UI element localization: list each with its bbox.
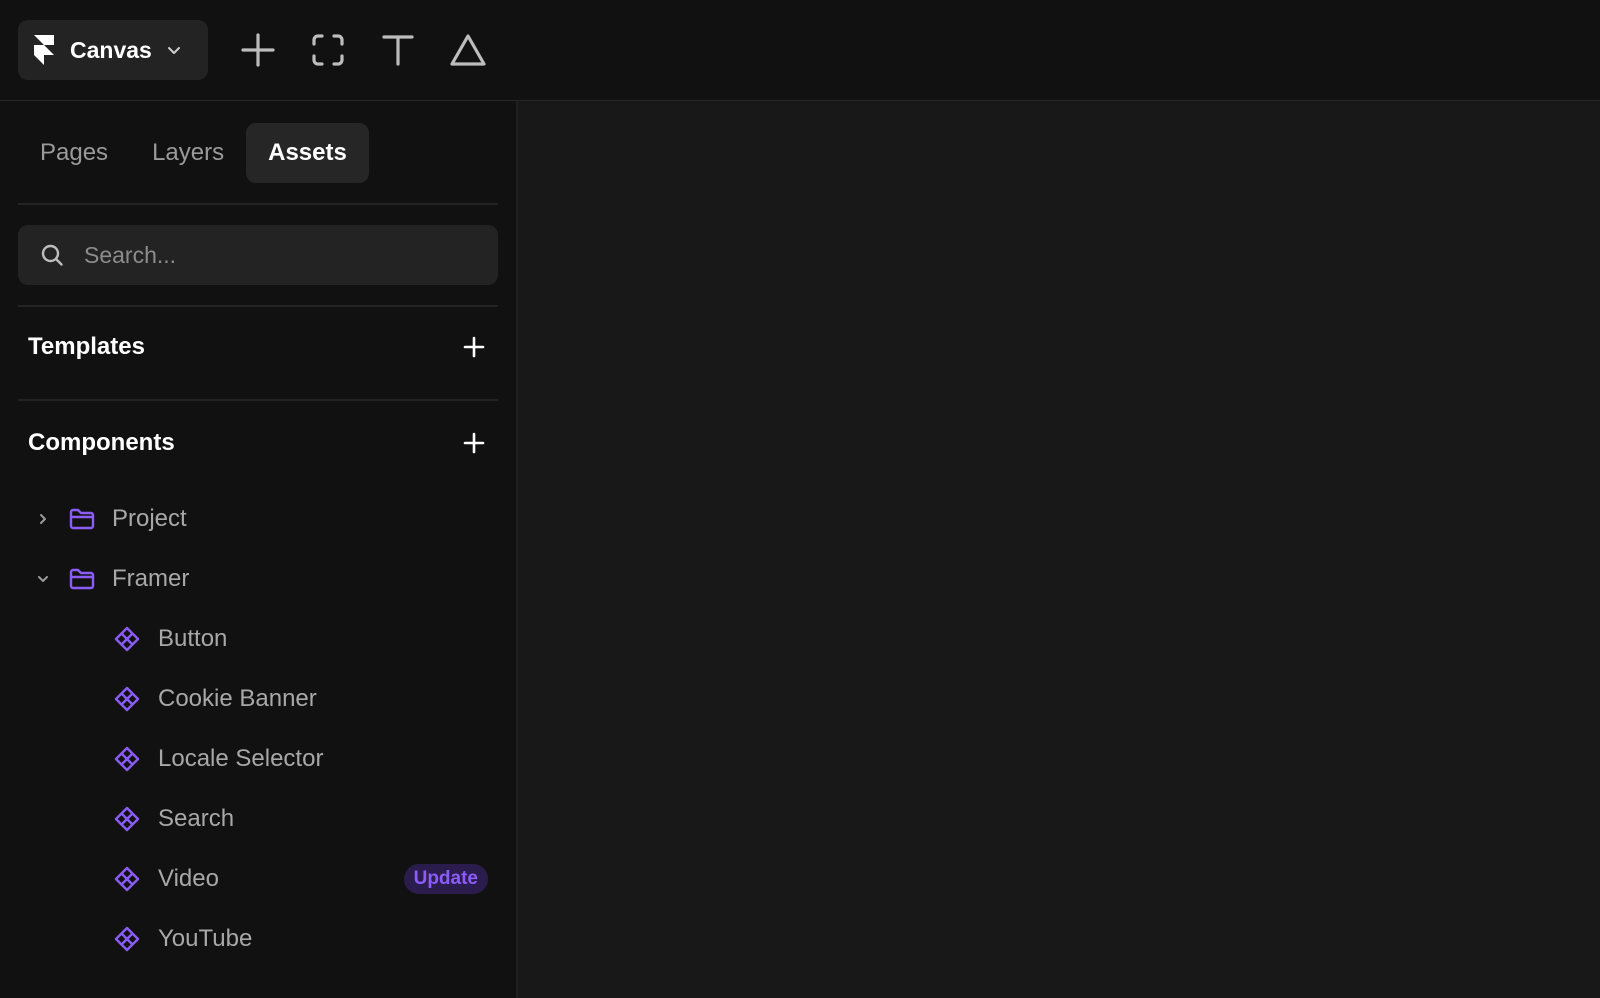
components-title: Components <box>28 429 175 456</box>
component-label: Locale Selector <box>158 745 324 772</box>
framer-logo-icon <box>34 35 54 65</box>
frame-icon <box>312 34 344 66</box>
text-icon <box>382 35 414 66</box>
component-label: Video <box>158 865 219 892</box>
folder-icon <box>69 568 95 590</box>
canvas-area[interactable] <box>518 101 1600 998</box>
chevron-down-icon[interactable] <box>36 572 50 586</box>
component-item-video[interactable]: Video Update <box>18 853 498 905</box>
component-label: Button <box>158 625 228 652</box>
component-icon <box>114 746 140 772</box>
component-icon <box>114 686 140 712</box>
tab-pages[interactable]: Pages <box>18 123 130 183</box>
component-item-locale-selector[interactable]: Locale Selector <box>18 733 498 785</box>
component-icon <box>114 926 140 952</box>
folder-icon <box>69 508 95 530</box>
sidebar-tabs: Pages Layers Assets <box>18 123 369 183</box>
vector-tool-button[interactable] <box>446 28 490 72</box>
divider <box>18 203 498 205</box>
divider <box>18 399 498 401</box>
component-item-cookie-banner[interactable]: Cookie Banner <box>18 673 498 725</box>
insert-tool-button[interactable] <box>236 28 280 72</box>
templates-title: Templates <box>28 333 145 360</box>
component-item-button[interactable]: Button <box>18 613 498 665</box>
folder-label: Framer <box>112 565 190 592</box>
search-box[interactable] <box>18 225 498 285</box>
component-label: YouTube <box>158 925 253 952</box>
templates-section-header: Templates <box>28 327 488 367</box>
app-name: Canvas <box>70 36 152 63</box>
component-icon <box>114 806 140 832</box>
search-icon <box>41 244 63 266</box>
left-sidebar: Pages Layers Assets Templates Components <box>0 101 518 998</box>
components-section-header: Components <box>28 423 488 463</box>
plus-icon <box>463 432 485 454</box>
component-label: Cookie Banner <box>158 685 317 712</box>
search-input[interactable] <box>82 240 462 270</box>
add-template-button[interactable] <box>460 333 488 361</box>
component-icon <box>114 866 140 892</box>
chevron-right-icon[interactable] <box>36 512 50 526</box>
update-badge[interactable]: Update <box>403 864 488 894</box>
add-component-button[interactable] <box>460 429 488 457</box>
top-toolbar: Canvas <box>0 0 1600 101</box>
text-tool-button[interactable] <box>376 28 420 72</box>
component-icon <box>114 626 140 652</box>
frame-tool-button[interactable] <box>306 28 350 72</box>
component-label: Search <box>158 805 235 832</box>
plus-icon <box>463 336 485 358</box>
folder-framer[interactable]: Framer <box>18 553 498 605</box>
component-item-youtube[interactable]: YouTube <box>18 913 498 965</box>
plus-icon <box>241 33 275 67</box>
chevron-down-icon <box>167 47 180 54</box>
tab-assets[interactable]: Assets <box>246 123 369 183</box>
tab-layers[interactable]: Layers <box>130 123 246 183</box>
folder-label: Project <box>112 505 187 532</box>
folder-project[interactable]: Project <box>18 493 498 545</box>
divider <box>18 305 498 307</box>
component-item-search[interactable]: Search <box>18 793 498 845</box>
triangle-icon <box>450 34 486 66</box>
app-menu-button[interactable]: Canvas <box>18 20 208 80</box>
